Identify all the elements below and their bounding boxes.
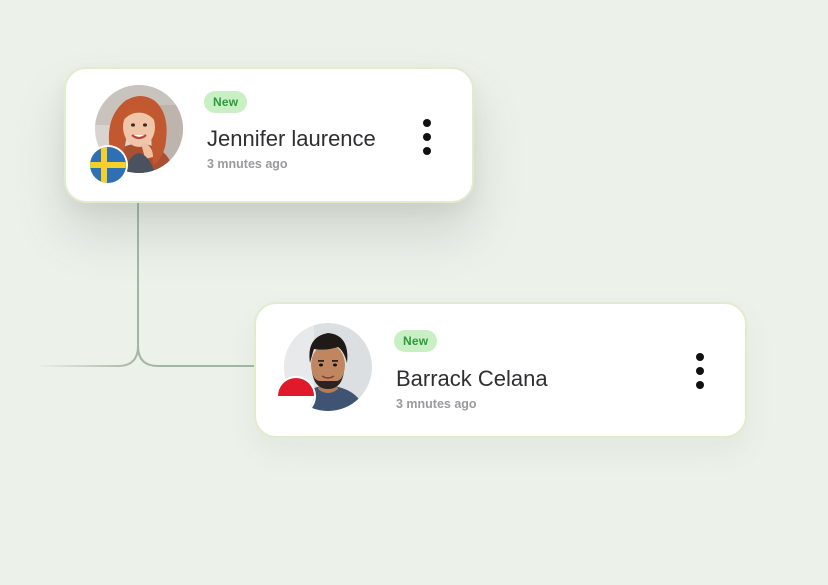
more-vertical-icon [696, 353, 704, 361]
sweden-flag-icon [90, 147, 126, 183]
more-vertical-icon [423, 119, 431, 127]
contact-name[interactable]: Jennifer laurence [207, 126, 376, 152]
contact-name[interactable]: Barrack Celana [396, 366, 548, 392]
timestamp: 3 mnutes ago [396, 397, 477, 411]
more-options-button[interactable] [688, 349, 712, 393]
new-badge: New [204, 91, 248, 113]
more-options-button[interactable] [415, 115, 439, 159]
new-badge: New [394, 330, 438, 352]
timestamp: 3 mnutes ago [207, 157, 288, 171]
notification-card-barrack[interactable]: New Barrack Celana 3 mnutes ago [254, 302, 747, 438]
connector-left-branch [36, 345, 139, 367]
notification-card-jennifer[interactable]: New Jennifer laurence 3 mnutes ago [64, 67, 474, 203]
indonesia-flag-icon [278, 378, 314, 414]
connector-trunk [137, 203, 256, 367]
